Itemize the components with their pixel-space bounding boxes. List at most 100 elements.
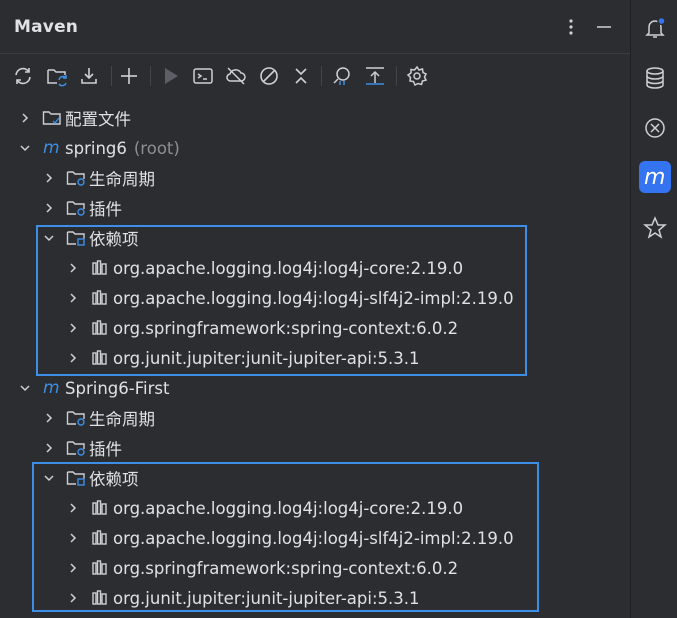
chevron-right-icon[interactable]: [66, 591, 80, 605]
execute-goal-button[interactable]: [190, 63, 216, 89]
hide-button[interactable]: [592, 14, 616, 40]
chevron-right-icon[interactable]: [66, 561, 80, 575]
dependency-label: org.junit.jupiter:junit-jupiter-api:5.3.…: [113, 348, 420, 368]
dependency-label: org.apache.logging.log4j:log4j-slf4j2-im…: [113, 288, 514, 308]
library-icon: [89, 348, 111, 368]
notifications-button[interactable]: [639, 12, 671, 44]
bell-icon: [645, 16, 666, 38]
svg-text:m: m: [43, 380, 60, 396]
svg-text:m: m: [43, 140, 60, 156]
library-icon: [89, 588, 111, 608]
tree-node-plugins[interactable]: 插件: [42, 433, 122, 463]
chevron-down-icon[interactable]: [18, 141, 32, 155]
reimport-button[interactable]: [44, 63, 70, 89]
tree-node-label: 依赖项: [89, 470, 139, 489]
library-icon: [89, 258, 111, 278]
tree-node-lifecycle[interactable]: 生命周期: [42, 403, 155, 433]
collapse-icon: [295, 68, 307, 84]
analyze-dependencies-button[interactable]: [329, 63, 355, 89]
ai-assistant-button[interactable]: [639, 112, 671, 144]
ai-assistant-icon: [645, 118, 665, 138]
download-button[interactable]: [77, 63, 103, 89]
plugins-folder-icon: [65, 198, 87, 218]
add-icon: [121, 68, 137, 84]
chevron-right-icon[interactable]: [66, 351, 80, 365]
dependency-item[interactable]: org.apache.logging.log4j:log4j-core:2.19…: [66, 493, 463, 523]
chevron-right-icon[interactable]: [42, 201, 56, 215]
minimize-icon: [597, 26, 611, 28]
dependency-item[interactable]: org.junit.jupiter:junit-jupiter-api:5.3.…: [66, 343, 420, 373]
svg-text:m: m: [644, 166, 665, 188]
offline-mode-button[interactable]: [223, 63, 249, 89]
structure-star-icon: [643, 216, 667, 239]
chevron-right-icon[interactable]: [42, 171, 56, 185]
chevron-right-icon[interactable]: [18, 111, 32, 125]
dependency-item[interactable]: org.springframework:spring-context:6.0.2: [66, 313, 458, 343]
settings-icon: [406, 65, 428, 87]
maven-toolbar: [0, 54, 630, 98]
tree-node-dependencies[interactable]: 依赖项: [42, 463, 139, 493]
chevron-right-icon[interactable]: [66, 291, 80, 305]
library-icon: [89, 558, 111, 578]
chevron-down-icon[interactable]: [42, 231, 56, 245]
gradle-like-tool-button[interactable]: [639, 212, 671, 244]
tree-node-project-spring6[interactable]: m spring6 (root): [18, 133, 180, 163]
reload-button[interactable]: [10, 63, 36, 89]
maven-tool-button[interactable]: m: [639, 161, 671, 193]
chevron-down-icon[interactable]: [42, 471, 56, 485]
tree-node-dependencies[interactable]: 依赖项: [42, 223, 139, 253]
database-button[interactable]: [639, 62, 671, 94]
project-name: Spring6-First: [65, 378, 170, 398]
dependency-label: org.apache.logging.log4j:log4j-core:2.19…: [113, 498, 464, 518]
database-icon: [646, 67, 664, 89]
dependencies-folder-icon: [65, 468, 87, 488]
tree-node-label: 插件: [89, 200, 122, 219]
chevron-right-icon[interactable]: [66, 261, 80, 275]
tree-node-plugins[interactable]: 插件: [42, 193, 122, 223]
tree-node-label: 依赖项: [89, 230, 139, 249]
offline-icon: [226, 67, 246, 85]
run-icon: [165, 68, 178, 84]
library-icon: [89, 528, 111, 548]
maven-tool-window: Maven 配置文件 m spring6 (root) 生命周期 插件 依赖项 …: [0, 0, 630, 618]
chevron-right-icon[interactable]: [42, 411, 56, 425]
lifecycle-folder-icon: [65, 168, 87, 188]
reload-icon: [15, 67, 31, 85]
dependency-item[interactable]: org.springframework:spring-context:6.0.2: [66, 553, 458, 583]
tree-node-label: 配置文件: [65, 110, 131, 129]
dependency-label: org.springframework:spring-context:6.0.2: [113, 558, 459, 578]
show-dependencies-button[interactable]: [362, 63, 388, 89]
add-project-button[interactable]: [116, 63, 142, 89]
chevron-right-icon[interactable]: [66, 501, 80, 515]
settings-button[interactable]: [404, 63, 430, 89]
tree-node-label: 生命周期: [89, 410, 155, 429]
dependency-item[interactable]: org.apache.logging.log4j:log4j-slf4j2-im…: [66, 283, 514, 313]
lifecycle-folder-icon: [65, 408, 87, 428]
dependency-item[interactable]: org.apache.logging.log4j:log4j-core:2.19…: [66, 253, 463, 283]
tree-node-config-files[interactable]: 配置文件: [18, 103, 131, 133]
chevron-right-icon[interactable]: [42, 441, 56, 455]
download-icon: [81, 68, 97, 84]
tree-node-label: 生命周期: [89, 170, 155, 189]
tree-node-lifecycle[interactable]: 生命周期: [42, 163, 155, 193]
chevron-right-icon[interactable]: [66, 531, 80, 545]
skip-tests-button[interactable]: [256, 63, 282, 89]
plugins-folder-icon: [65, 438, 87, 458]
dependency-item[interactable]: org.junit.jupiter:junit-jupiter-api:5.3.…: [66, 583, 420, 613]
dependencies-folder-icon: [65, 228, 87, 248]
more-options-button[interactable]: [559, 14, 583, 40]
dependency-label: org.springframework:spring-context:6.0.2: [113, 318, 459, 338]
analyze-icon: [333, 67, 350, 85]
tree-node-project-spring6-first[interactable]: m Spring6-First: [18, 373, 169, 403]
dependency-label: org.junit.jupiter:junit-jupiter-api:5.3.…: [113, 588, 420, 608]
chevron-down-icon[interactable]: [18, 381, 32, 395]
tree-node-label: 插件: [89, 440, 122, 459]
chevron-right-icon[interactable]: [66, 321, 80, 335]
skip-tests-icon: [260, 67, 278, 85]
collapse-all-button[interactable]: [288, 63, 314, 89]
library-icon: [89, 318, 111, 338]
config-folder-icon: [41, 108, 63, 128]
run-button[interactable]: [158, 63, 184, 89]
dependency-item[interactable]: org.apache.logging.log4j:log4j-slf4j2-im…: [66, 523, 514, 553]
reimport-icon: [47, 69, 67, 87]
